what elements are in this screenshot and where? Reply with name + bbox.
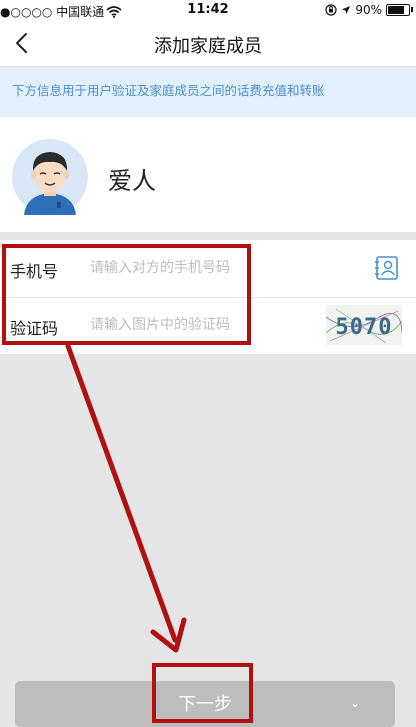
battery-icon: [386, 4, 413, 16]
avatar-man-icon[interactable]: [12, 139, 88, 215]
phone-row: 手机号: [0, 240, 416, 298]
captcha-label: 验证码: [10, 319, 59, 338]
captcha-input[interactable]: [90, 313, 248, 337]
status-bar: ●○○○○ 中国联通 11:42 90%: [0, 0, 416, 20]
phone-input[interactable]: [90, 256, 248, 280]
captcha-image[interactable]: 5070: [326, 305, 402, 345]
captcha-text: 5070: [336, 315, 393, 340]
member-profile: 爱人: [0, 117, 416, 232]
chevron-down-icon: ⌄: [350, 696, 361, 710]
next-step-label: 下一步: [178, 694, 232, 715]
battery-percent: 90%: [355, 3, 382, 17]
captcha-row: 验证码 5070: [0, 297, 416, 354]
battery-fill: [388, 6, 405, 14]
info-notice: 下方信息用于用户验证及家庭成员之间的话费充值和转账: [0, 67, 416, 117]
member-name: 爱人: [108, 167, 156, 195]
nav-bar: 添加家庭成员: [0, 20, 416, 67]
member-form: 手机号 验证码 5070: [0, 240, 416, 354]
rotation-lock-icon: [325, 4, 337, 16]
phone-label: 手机号: [10, 262, 59, 281]
status-right: 90%: [325, 3, 413, 17]
contact-book-icon[interactable]: [374, 255, 400, 281]
location-arrow-icon: [342, 6, 351, 14]
page-title: 添加家庭成员: [154, 36, 262, 57]
next-step-button[interactable]: 下一步: [15, 681, 395, 727]
